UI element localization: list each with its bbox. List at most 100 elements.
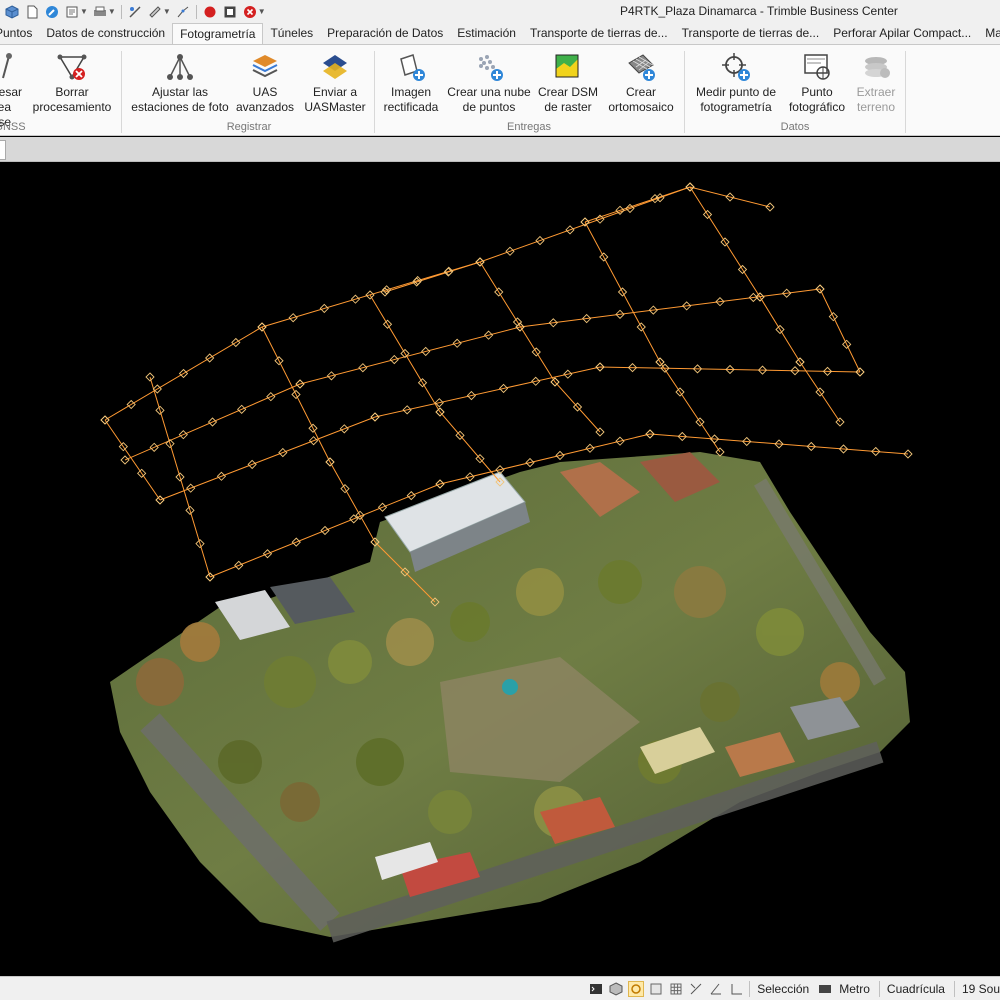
measure-photogrammetry-point-button[interactable]: Medir punto de fotogrametría <box>690 49 782 115</box>
raster-dsm-icon <box>536 49 600 85</box>
adjust-photo-stations-button[interactable]: Ajustar las estaciones de foto <box>128 49 232 115</box>
cube-icon[interactable] <box>608 981 624 997</box>
button-label-line1: Borrar <box>55 85 89 99</box>
tab-preparacion-datos[interactable]: Preparación de Datos <box>320 23 450 44</box>
tab-puntos[interactable]: Puntos <box>0 23 39 44</box>
survey-tools-icon[interactable] <box>127 4 143 20</box>
orthomosaic-icon <box>604 49 678 85</box>
flight-line <box>584 186 691 223</box>
angle-icon[interactable] <box>708 981 724 997</box>
group-label-entregas: Entregas <box>506 121 552 133</box>
button-label-line1: Procesar <box>0 85 23 99</box>
new-doc-icon[interactable] <box>24 4 40 20</box>
button-label-line1: Crear una nube <box>447 85 531 99</box>
grid-icon[interactable] <box>668 981 684 997</box>
ortho-icon[interactable] <box>648 981 664 997</box>
flight-line <box>369 294 501 483</box>
send-uasmaster-icon <box>300 49 370 85</box>
group-divider <box>905 51 906 133</box>
delete-processing-button[interactable]: Borrar procesamiento <box>30 49 114 115</box>
chevron-down-icon[interactable]: ▼ <box>163 7 171 16</box>
snap-icon[interactable] <box>628 980 645 997</box>
button-label-line1: Medir punto de <box>695 85 777 99</box>
units-label[interactable]: Metro <box>839 982 870 996</box>
status-divider <box>878 980 880 997</box>
uas-advanced-button[interactable]: UAS avanzados <box>234 49 296 115</box>
button-label-line1: UAS <box>252 85 278 99</box>
point-cloud-scene[interactable] <box>0 162 1000 976</box>
button-label-line1: Crear DSM <box>537 85 598 99</box>
button-label-line1: Punto <box>801 85 833 99</box>
button-label-line2: procesamiento <box>32 100 112 114</box>
quick-access-toolbar: ▼ ▼ ▼ ▼ <box>0 0 268 23</box>
flight-line <box>384 261 481 293</box>
button-label-line1: Crear <box>625 85 656 99</box>
point-cloud-icon <box>446 49 532 85</box>
chevron-down-icon[interactable]: ▼ <box>80 7 88 16</box>
selection-mode[interactable]: Selección <box>757 982 809 996</box>
stop-icon[interactable] <box>222 4 238 20</box>
button-label-line2: de puntos <box>462 100 516 114</box>
button-label-line1: Extraer <box>856 85 896 99</box>
measure-icon[interactable] <box>147 4 163 20</box>
process-baseline-button[interactable]: Procesar línea base <box>0 49 24 130</box>
tab-fotogrametria[interactable]: Fotogrametría <box>172 23 264 44</box>
print-icon[interactable] <box>92 4 108 20</box>
create-point-cloud-button[interactable]: Crear una nube de puntos <box>446 49 532 115</box>
create-orthomosaic-button[interactable]: Crear ortomosaico <box>604 49 678 115</box>
button-label-line2: fotogrametría <box>700 100 772 114</box>
tab-transporte-tierras-1[interactable]: Transporte de tierras de... <box>523 23 675 44</box>
tab-tuneles[interactable]: Túneles <box>263 23 320 44</box>
compass-icon[interactable] <box>44 4 60 20</box>
create-raster-dsm-button[interactable]: Crear DSM de raster <box>536 49 600 115</box>
file-icon[interactable] <box>64 4 80 20</box>
coord-icon[interactable] <box>688 981 704 997</box>
group-divider <box>374 51 375 133</box>
tab-macros[interactable]: Macros <box>978 23 1000 44</box>
button-label-line2: terreno <box>856 100 896 114</box>
grid-mode[interactable]: Cuadrícula <box>887 982 945 996</box>
tab-datos-construccion[interactable]: Datos de construcción <box>39 23 172 44</box>
button-label-line2: fotográfico <box>788 100 846 114</box>
command-icon[interactable] <box>588 981 604 997</box>
status-divider <box>749 980 751 997</box>
title-bar: ▼ ▼ ▼ ▼ P4RTK_Plaza Dinamarca - Trimble … <box>0 0 1000 23</box>
flight-line <box>479 261 601 433</box>
line-tools-icon[interactable] <box>175 4 191 20</box>
cube-icon[interactable] <box>4 4 20 20</box>
close-red-icon[interactable] <box>242 4 258 20</box>
rectified-image-button[interactable]: Imagen rectificada <box>380 49 442 115</box>
toolbar-divider <box>195 4 197 19</box>
record-icon[interactable] <box>202 4 218 20</box>
tab-perforar-apilar[interactable]: Perforar Apilar Compact... <box>826 23 978 44</box>
flight-line <box>819 288 861 373</box>
tab-estimacion[interactable]: Estimación <box>450 23 523 44</box>
send-to-uasmaster-button[interactable]: Enviar a UASMaster <box>300 49 370 115</box>
ribbon-panel: Procesar línea base Borrar procesamiento… <box>0 44 1000 136</box>
chevron-down-icon[interactable]: ▼ <box>108 7 116 16</box>
button-label-line2: de raster <box>544 100 592 114</box>
group-divider <box>121 51 122 133</box>
axis-icon[interactable] <box>728 981 744 997</box>
measure-point-icon <box>690 49 782 85</box>
group-label-gnss: GNSS <box>0 121 26 133</box>
status-bar: Selección Metro Cuadrícula 19 Sou <box>0 976 1000 1000</box>
flight-line <box>104 186 771 421</box>
extract-terrain-button: Extraer terreno <box>852 49 900 115</box>
tab-transporte-tierras-2[interactable]: Transporte de tierras de... <box>675 23 827 44</box>
photo-point-button[interactable]: Punto fotográfico <box>784 49 850 115</box>
flight-line <box>124 288 821 461</box>
point-cloud-model <box>110 452 910 943</box>
button-label-line2: estaciones de foto <box>131 100 229 114</box>
chevron-down-icon[interactable]: ▼ <box>258 7 266 16</box>
button-label-line2: avanzados <box>235 100 295 114</box>
button-label-line2: rectificada <box>383 100 439 114</box>
document-tab-strip <box>0 137 1000 162</box>
window-title: P4RTK_Plaza Dinamarca - Trimble Business… <box>620 4 898 18</box>
3d-viewport[interactable] <box>0 162 1000 976</box>
button-label-line1: Enviar a <box>312 85 358 99</box>
group-label-registrar: Registrar <box>226 121 272 133</box>
units-icon <box>817 981 833 997</box>
document-tab[interactable] <box>0 140 6 160</box>
rectified-image-icon <box>380 49 442 85</box>
